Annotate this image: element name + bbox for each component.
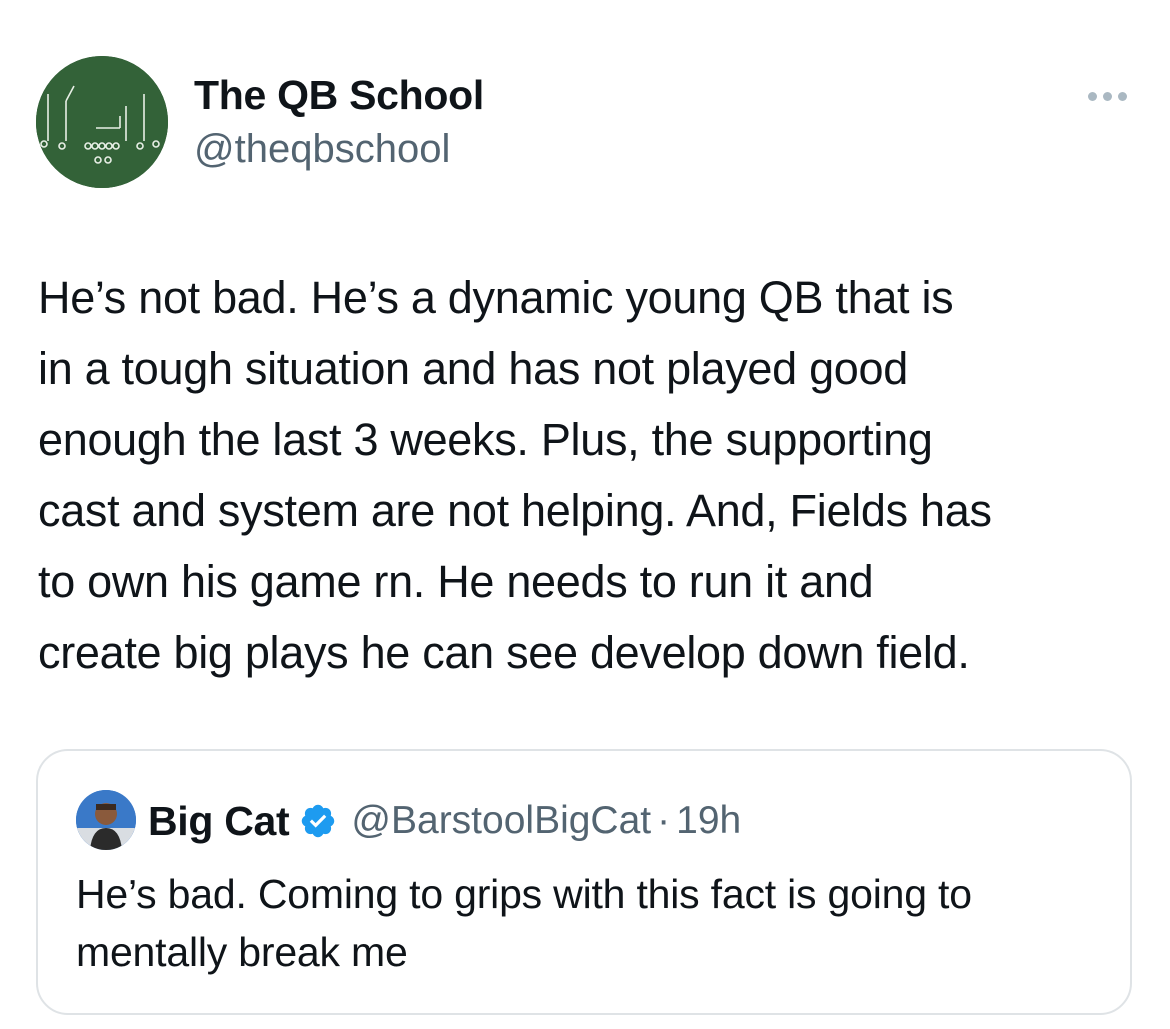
tweet-text: He’s not bad. He’s a dynamic young QB th… bbox=[38, 272, 992, 678]
more-dots-icon bbox=[1087, 91, 1097, 101]
author-display-name[interactable]: The QB School bbox=[194, 70, 484, 120]
quoted-tweet-timestamp[interactable]: 19h bbox=[676, 799, 741, 843]
author-handle[interactable]: @theqbschool bbox=[194, 124, 450, 174]
quoted-tweet-card[interactable]: Big Cat @BarstoolBigCat · 19h He’s bad. … bbox=[36, 749, 1132, 1015]
play-diagram-avatar-icon bbox=[36, 56, 168, 188]
more-options-button[interactable] bbox=[1082, 82, 1132, 110]
author-avatar[interactable] bbox=[36, 56, 168, 188]
verified-badge-icon bbox=[302, 804, 335, 838]
quoted-tweet-text: He’s bad. Coming to grips with this fact… bbox=[76, 871, 972, 975]
quoted-author-name[interactable]: Big Cat bbox=[148, 798, 290, 845]
more-dots-icon bbox=[1102, 91, 1112, 101]
quoted-author-handle[interactable]: @BarstoolBigCat bbox=[351, 799, 651, 843]
header-separator: · bbox=[657, 799, 671, 842]
person-avatar-icon bbox=[76, 790, 136, 850]
quoted-author-avatar[interactable] bbox=[76, 790, 136, 850]
quoted-tweet-header: Big Cat @BarstoolBigCat · 19h bbox=[148, 793, 741, 849]
more-dots-icon bbox=[1117, 91, 1127, 101]
